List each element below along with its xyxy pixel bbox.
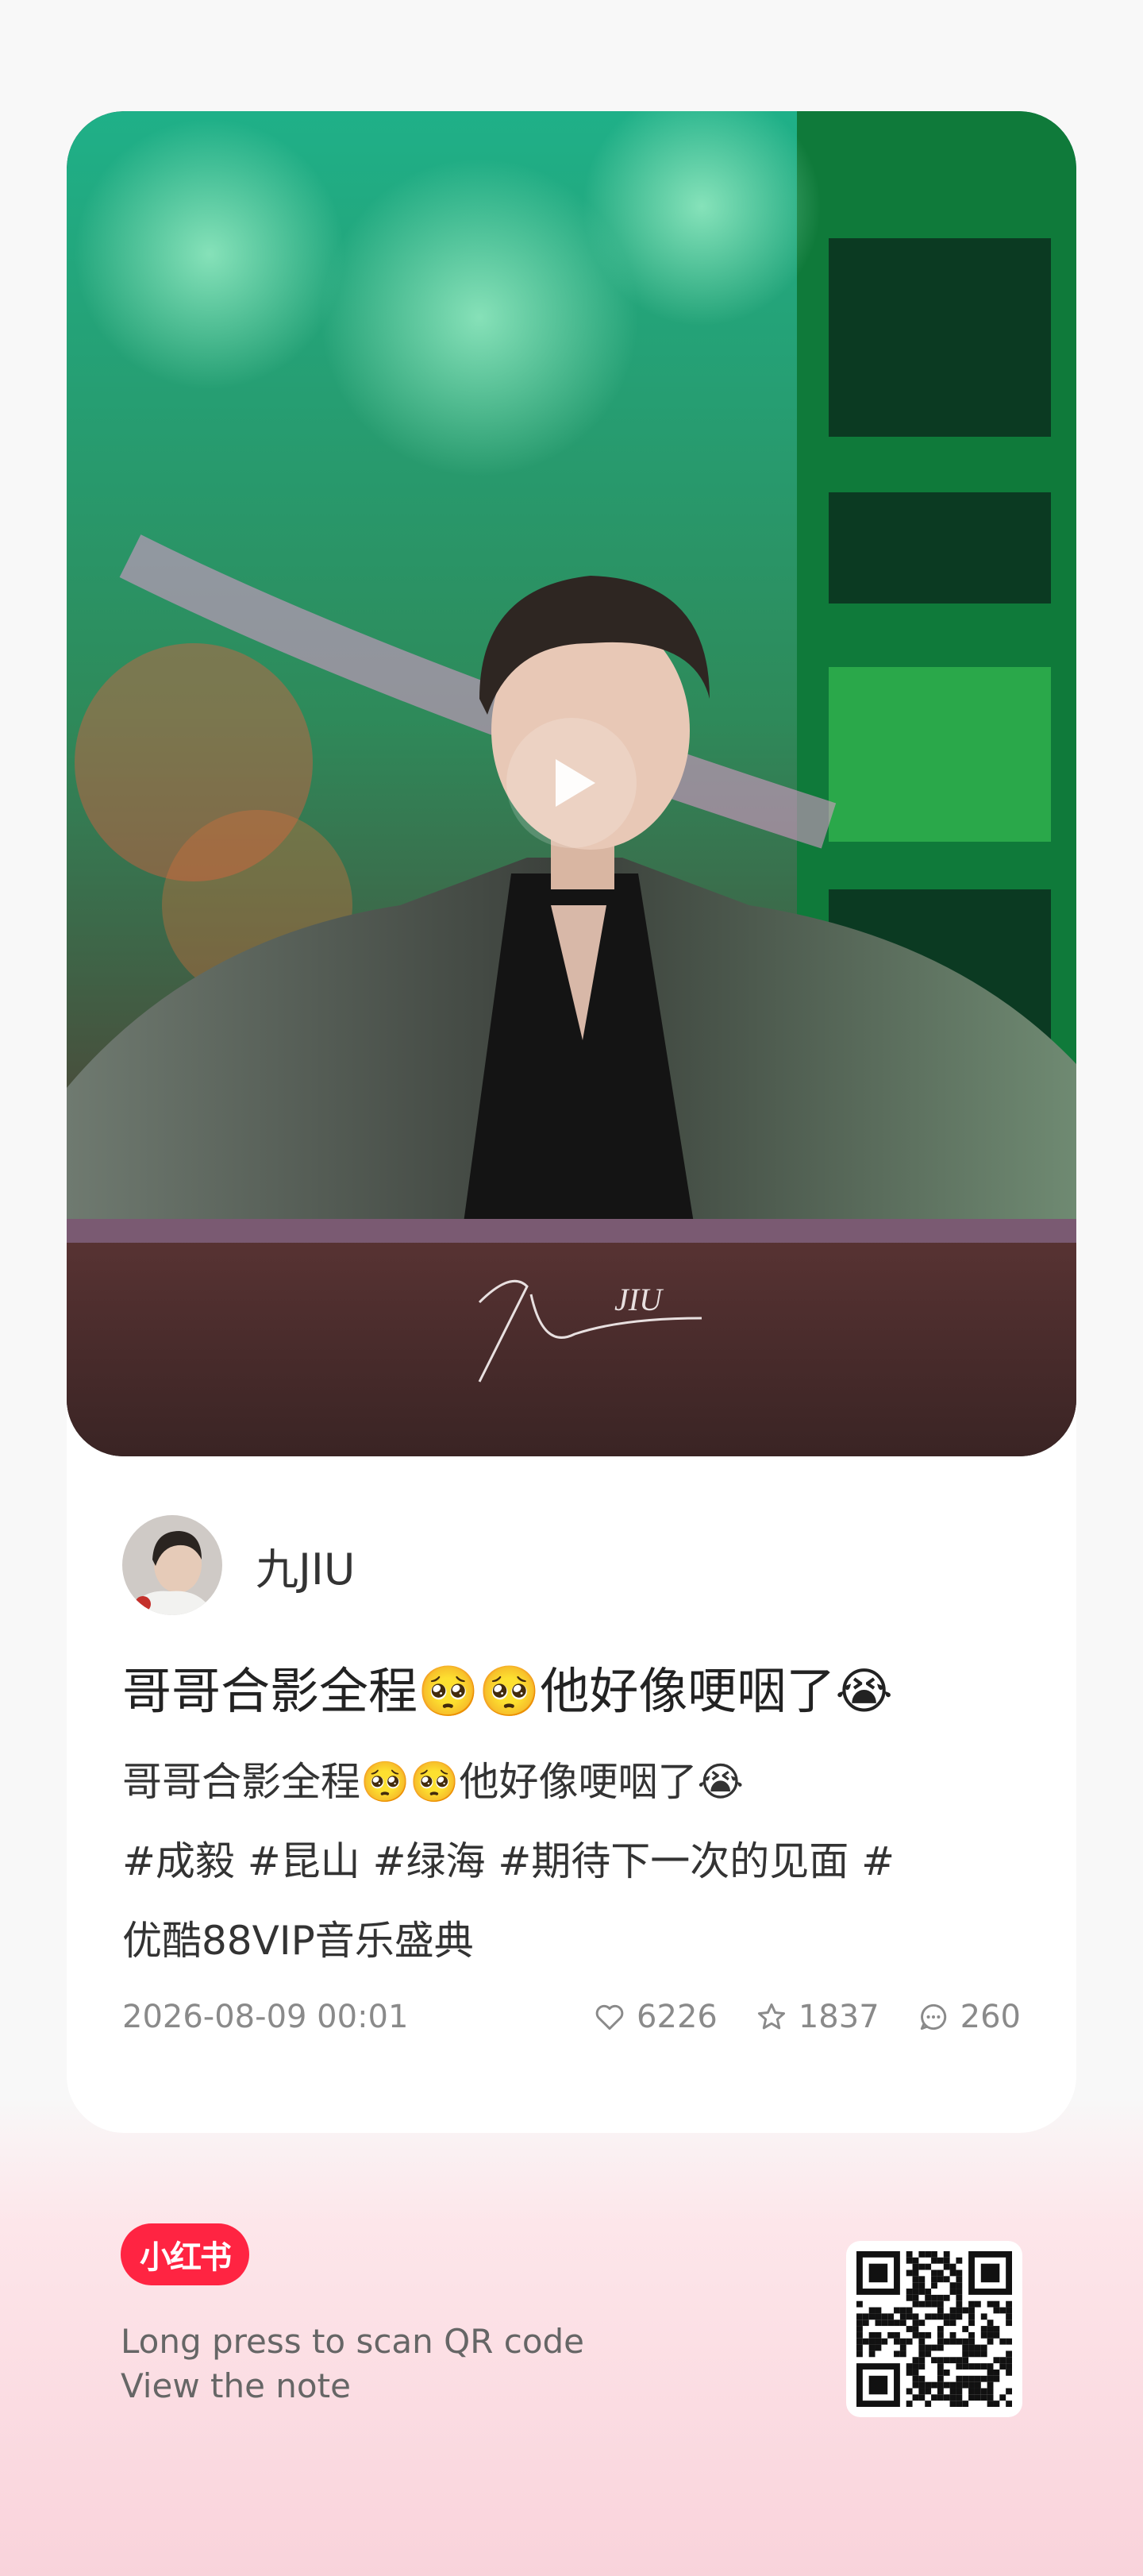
- note-body: 哥哥合影全程🥺🥺他好像哽咽了😭 #成毅 #昆山 #绿海 #期待下一次的见面 # …: [122, 1742, 1035, 1980]
- star-icon: [757, 2003, 785, 2030]
- play-icon: [556, 759, 595, 807]
- note-card: JIU 九JIU 哥哥合影全程🥺🥺他好像哽咽了😭 哥哥合影全程🥺🥺他好像哽咽了😭…: [67, 111, 1076, 2133]
- comment-icon: [920, 2003, 946, 2030]
- comment-button[interactable]: 260: [916, 1999, 1021, 2035]
- like-count: 6226: [637, 1999, 718, 2035]
- qr-code-icon: [856, 2251, 1012, 2407]
- like-button[interactable]: 6226: [592, 1999, 718, 2035]
- note-title: 哥哥合影全程🥺🥺他好像哽咽了😭: [122, 1662, 893, 1720]
- author-name[interactable]: 九JIU: [256, 1534, 355, 1597]
- note-video-cover[interactable]: JIU: [67, 111, 1076, 1456]
- note-body-line: 哥哥合影全程🥺🥺他好像哽咽了😭: [122, 1759, 744, 1805]
- comment-count: 260: [960, 1999, 1021, 2035]
- note-date: 2026-08-09 00:01: [122, 1999, 409, 2035]
- note-tags-line[interactable]: #成毅 #昆山 #绿海 #期待下一次的见面 #: [122, 1822, 1035, 1901]
- view-note-text: View the note: [121, 2366, 351, 2405]
- signature-text: JIU: [614, 1282, 664, 1317]
- heart-icon: [595, 2004, 624, 2030]
- xiaohongshu-logo: 小红书: [121, 2223, 249, 2285]
- author-row[interactable]: 九JIU: [122, 1514, 355, 1617]
- scan-instruction: Long press to scan QR code: [121, 2322, 585, 2361]
- qr-code[interactable]: [846, 2241, 1022, 2417]
- collect-count: 1837: [798, 1999, 879, 2035]
- avatar[interactable]: [122, 1515, 222, 1615]
- note-tags-line[interactable]: 优酷88VIP音乐盛典: [122, 1901, 1035, 1980]
- play-button[interactable]: [506, 718, 637, 848]
- collect-button[interactable]: 1837: [754, 1999, 879, 2035]
- note-meta: 2026-08-09 00:01 6226 1837 260: [122, 1993, 1021, 2041]
